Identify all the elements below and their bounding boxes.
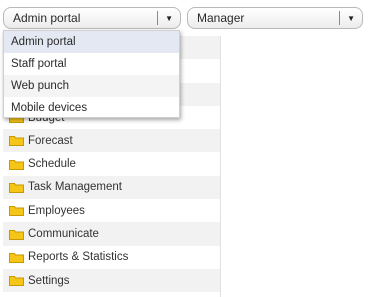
tree-item-label: Reports & Statistics xyxy=(28,251,129,264)
portal-select[interactable]: Admin portal ▼ xyxy=(3,7,181,29)
manager-select[interactable]: Manager ▼ xyxy=(187,7,363,29)
tree-item-label: Task Management xyxy=(28,181,122,194)
manager-select-value: Manager xyxy=(197,11,245,25)
dropdown-option-mobile-devices[interactable]: Mobile devices xyxy=(4,97,179,119)
tree-item-label: Communicate xyxy=(28,228,99,241)
tree-item-employees[interactable]: Employees xyxy=(3,199,220,222)
folder-icon xyxy=(9,275,24,287)
tree-item-forecast[interactable]: Forecast xyxy=(3,129,220,153)
tree-item-communicate[interactable]: Communicate xyxy=(3,222,220,246)
folder-icon xyxy=(9,135,24,147)
dropdown-option-staff-portal[interactable]: Staff portal xyxy=(4,53,179,75)
select-divider xyxy=(339,11,341,25)
tree-item-schedule[interactable]: Schedule xyxy=(3,152,220,175)
folder-icon xyxy=(9,229,24,240)
tree-item-settings[interactable]: Settings xyxy=(3,268,220,293)
tree-item-reports-statistics[interactable]: Reports & Statistics xyxy=(3,246,220,269)
dropdown-option-admin-portal[interactable]: Admin portal xyxy=(4,31,179,53)
tree-item-label: Forecast xyxy=(28,134,73,147)
select-divider xyxy=(157,11,159,25)
tree-item-label: Settings xyxy=(28,274,70,287)
tree-item-label: Schedule xyxy=(28,158,76,171)
tree-item-task-management[interactable]: Task Management xyxy=(3,175,220,200)
portal-dropdown-menu: Admin portal Staff portal Web punch Mobi… xyxy=(3,30,180,118)
folder-icon xyxy=(9,205,24,217)
folder-icon xyxy=(9,182,24,193)
folder-icon xyxy=(9,159,24,170)
tree-item-label: Employees xyxy=(28,204,85,217)
dropdown-option-web-punch[interactable]: Web punch xyxy=(4,75,179,97)
folder-icon xyxy=(9,252,24,263)
chevron-down-icon[interactable]: ▼ xyxy=(165,14,173,23)
portal-select-value: Admin portal xyxy=(13,11,81,25)
chevron-down-icon[interactable]: ▼ xyxy=(347,14,355,23)
